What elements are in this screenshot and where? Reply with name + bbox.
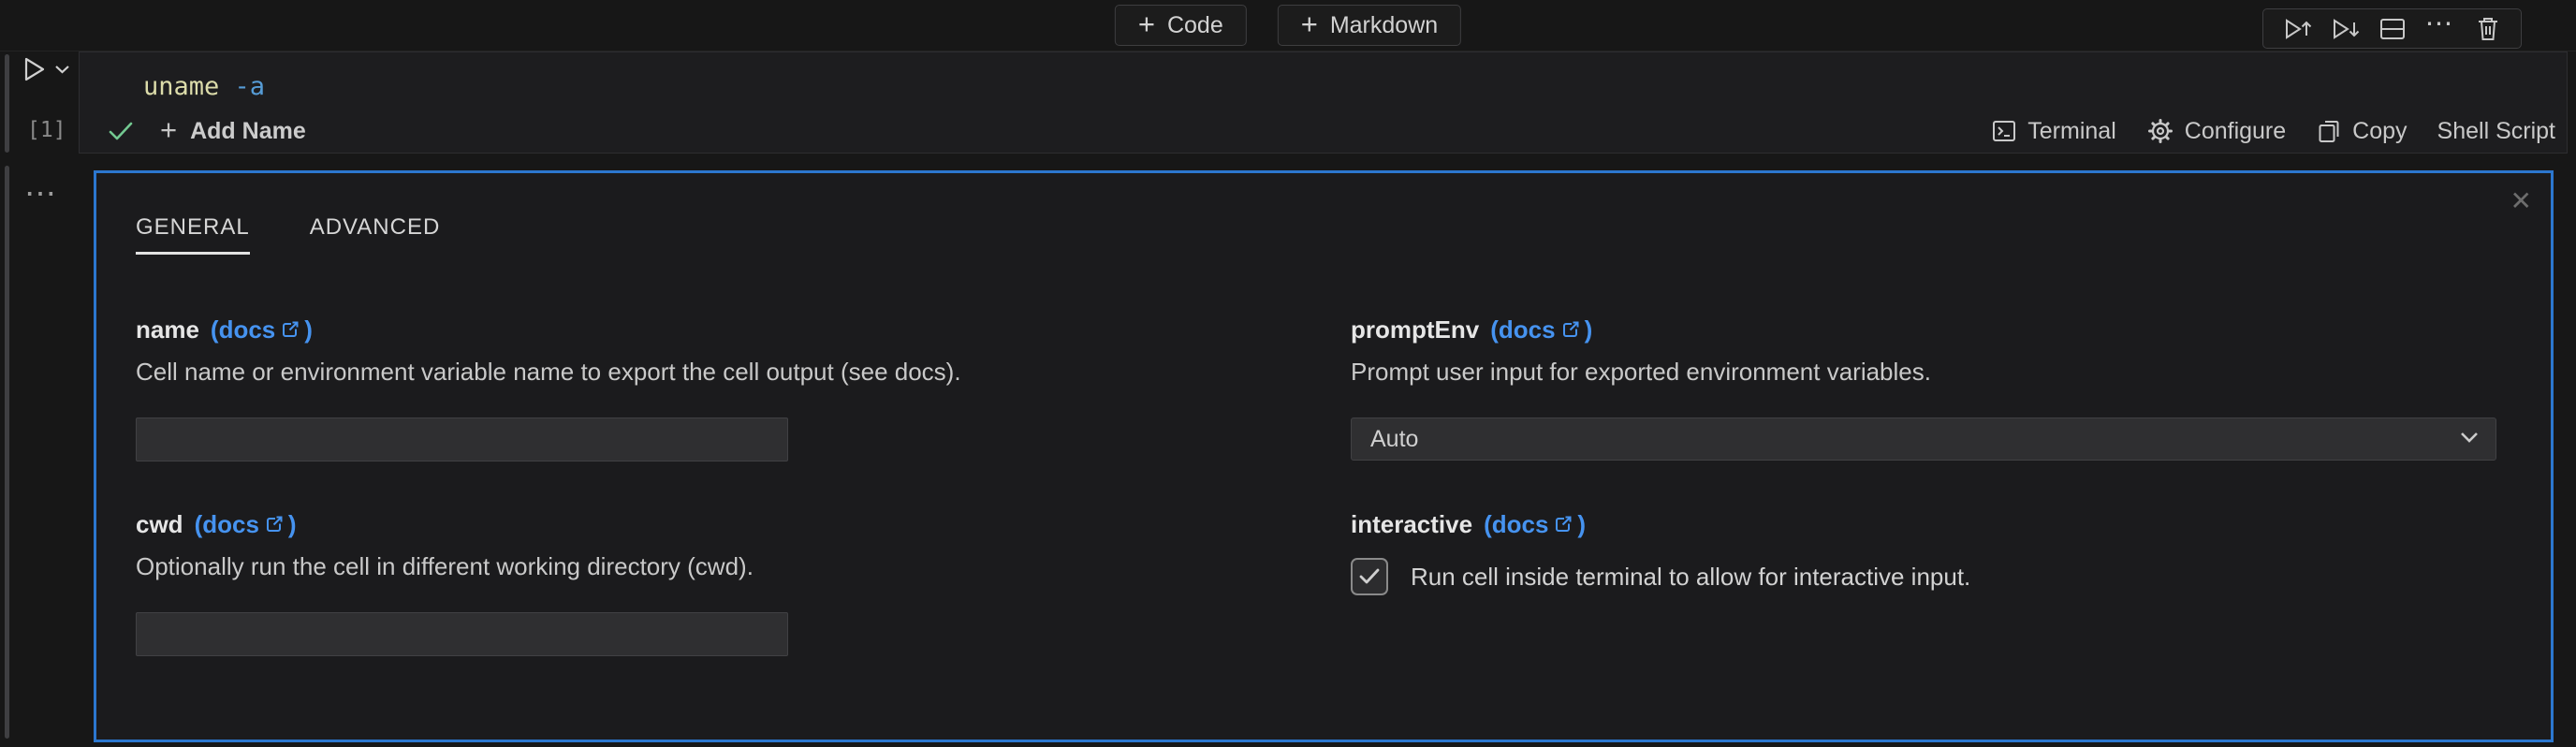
run-above-icon [2281,14,2313,44]
checkbox-check-icon [1358,567,1381,586]
docs-link[interactable]: (docs ) [211,315,313,344]
add-name-label: Add Name [190,117,306,144]
close-icon[interactable]: ✕ [2510,188,2532,214]
external-link-icon [280,320,300,340]
play-icon [19,54,47,84]
tab-advanced[interactable]: ADVANCED [310,214,441,255]
success-check-icon [108,120,134,142]
cell-status-bar: + Add Name Terminal Configure Copy Shell… [80,111,2567,151]
copy-icon [2316,117,2342,145]
language-label: Shell Script [2437,117,2555,144]
chevron-down-icon [54,64,70,75]
docs-link[interactable]: (docs ) [195,510,297,539]
code-command: uname [143,72,220,101]
cell-status-actions: Terminal Configure Copy Shell Script [1991,117,2555,145]
execution-count: [1] [27,118,66,142]
terminal-icon [1991,118,2017,144]
interactive-checkbox[interactable] [1351,558,1388,595]
output-menu-button[interactable]: ⋯ [24,178,60,210]
terminal-button[interactable]: Terminal [1991,117,2116,145]
field-cwd-description: Optionally run the cell in different wor… [136,552,754,580]
notebook-toolbar: + Code + Markdown ⋯ [0,0,2576,51]
cell-focus-indicator [5,54,9,153]
plus-icon: + [160,113,178,146]
interactive-checkbox-label: Run cell inside terminal to allow for in… [1411,562,1971,591]
tab-general[interactable]: GENERAL [136,214,250,255]
add-code-cell-button[interactable]: + Code [1114,5,1247,46]
plus-icon: + [1137,7,1155,40]
add-name-button[interactable]: + Add Name [160,113,306,146]
copy-button[interactable]: Copy [2316,117,2408,145]
split-cell-icon [2378,14,2408,44]
terminal-label: Terminal [2027,117,2116,144]
run-below-icon [2329,14,2361,44]
trash-icon [2474,14,2502,44]
field-promptenv-description: Prompt user input for exported environme… [1351,358,1931,386]
output-focus-indicator [5,166,9,739]
notebook-actions-toolbar: ⋯ [2262,8,2522,49]
external-link-icon [1553,515,1573,535]
external-link-icon [264,515,284,535]
configure-label: Configure [2184,117,2287,144]
gear-icon [2146,117,2174,145]
code-argument: -a [219,72,266,101]
field-promptenv: promptEnv (docs ) Prompt user input for … [1351,315,2496,461]
promptenv-select[interactable]: Auto [1351,417,2496,461]
notebook-page: { "topbar": { "add_code_label": "Code", … [0,0,2576,747]
docs-link[interactable]: (docs ) [1490,315,1592,344]
field-name: name (docs ) Cell name or environment va… [136,315,1351,461]
delete-cell-button[interactable] [2464,10,2511,47]
config-fields-grid: name (docs ) Cell name or environment va… [136,315,2496,656]
add-markdown-label: Markdown [1329,11,1439,38]
name-input[interactable] [136,417,788,461]
add-cell-buttons: + Code + Markdown [1114,5,1462,46]
language-picker[interactable]: Shell Script [2437,118,2555,145]
field-promptenv-label: promptEnv [1351,315,1480,344]
field-cwd: cwd (docs ) Optionally run the cell in d… [136,509,1351,656]
cell-editor[interactable]: uname -a + Add Name Terminal Configure C… [79,51,2568,154]
plus-icon: + [1300,7,1318,40]
add-code-label: Code [1166,11,1223,38]
docs-link[interactable]: (docs ) [1484,510,1586,539]
more-actions-button[interactable]: ⋯ [2416,7,2464,47]
external-link-icon [1560,320,1580,340]
run-below-button[interactable] [2320,10,2368,47]
copy-label: Copy [2352,117,2408,144]
field-interactive-label: interactive [1351,509,1473,538]
code-line: uname -a [80,52,2567,103]
field-name-description: Cell name or environment variable name t… [136,358,961,386]
split-cell-button[interactable] [2368,10,2416,47]
cwd-input[interactable] [136,612,788,656]
config-tabs: GENERAL ADVANCED [136,214,2496,255]
cell-configuration-panel: ✕ GENERAL ADVANCED name (docs ) Cell nam… [94,170,2554,742]
add-markdown-cell-button[interactable]: + Markdown [1277,5,1462,46]
field-interactive: interactive (docs ) Run cell inside term… [1351,509,2496,656]
field-name-label: name [136,315,199,344]
field-cwd-label: cwd [136,509,183,538]
run-cell-button[interactable] [19,52,73,86]
configure-button[interactable]: Configure [2146,117,2286,145]
ellipsis-icon: ⋯ [2424,7,2455,39]
run-above-button[interactable] [2273,10,2320,47]
